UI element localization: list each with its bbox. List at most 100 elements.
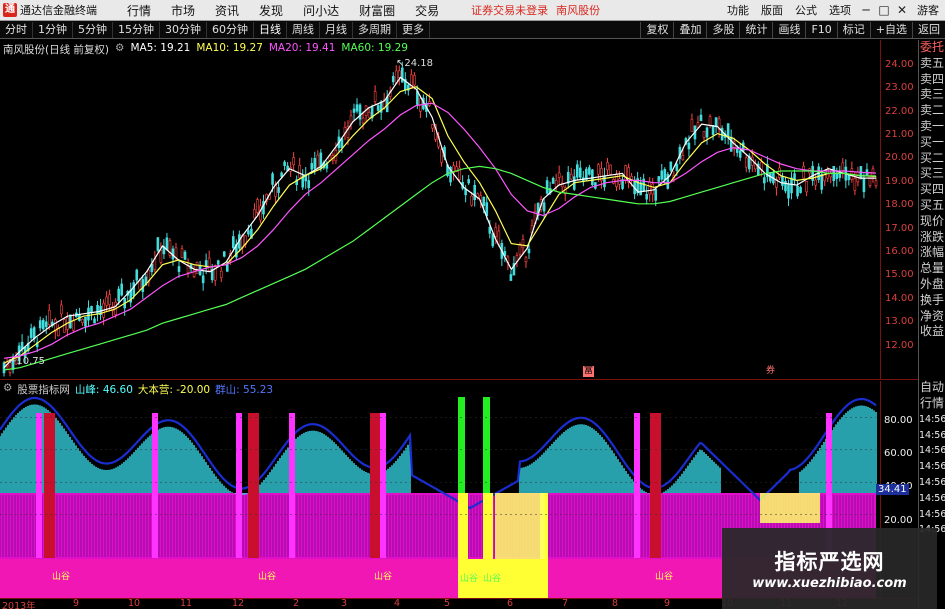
candle-body [32, 327, 36, 340]
f10-button[interactable]: F10 [805, 21, 836, 38]
date-tick: 3 [341, 598, 348, 609]
quote-panel-item: 净资 [919, 308, 944, 323]
back-button[interactable]: 返回 [912, 21, 945, 38]
menu-guest[interactable]: 游客 [917, 2, 939, 18]
period-tab-weekly[interactable]: 周线 [287, 21, 320, 38]
menu-layout[interactable]: 版面 [761, 2, 783, 18]
signal-bar [380, 413, 386, 558]
candle-body [796, 185, 799, 197]
period-tab-intraday[interactable]: 分时 [0, 21, 33, 38]
candle-body [397, 70, 401, 78]
candle-body [838, 173, 842, 178]
maximize-icon[interactable]: □ [875, 3, 893, 17]
candle-body [814, 179, 817, 186]
ma60-line [3, 165, 877, 371]
signal-bar [236, 413, 242, 558]
menu-options[interactable]: 选项 [829, 2, 851, 18]
valley-zone [760, 493, 820, 523]
signal-bar [370, 413, 381, 558]
period-tab-5min[interactable]: 5分钟 [73, 21, 113, 38]
add-watchlist-button[interactable]: +自选 [869, 21, 912, 38]
login-status[interactable]: 证券交易未登录 [471, 2, 548, 18]
price-y-tick: 20.00 [885, 152, 914, 164]
candle-body [361, 117, 365, 124]
quote-panel-item[interactable]: 自动 [919, 380, 945, 396]
candle-body [277, 187, 280, 193]
event-marker-1[interactable]: 富 [583, 366, 595, 377]
period-tab-more[interactable]: 更多 [397, 21, 430, 38]
candle-body [41, 319, 45, 330]
period-tab-30min[interactable]: 30分钟 [160, 21, 207, 38]
valley-zone [495, 493, 545, 559]
menu-market[interactable]: 市场 [171, 2, 195, 19]
candle-body [738, 150, 742, 158]
buy-signal-bar [458, 397, 465, 493]
candle-body [174, 247, 178, 258]
stock-label: 南风股份(日线 前复权) [3, 44, 110, 56]
indicator-settings-icon[interactable]: ⚙ [3, 382, 12, 397]
price-chart-pane[interactable]: 南风股份(日线 前复权) ⚙ MA5: 19.21 MA10: 19.27 MA… [0, 40, 918, 380]
quote-panel-item[interactable]: 行情 [919, 396, 945, 412]
candle-body [216, 260, 220, 265]
candle-body [177, 266, 181, 272]
signal-bar [152, 413, 158, 558]
quote-panel-item: 买二 [919, 150, 944, 165]
period-tab-60min[interactable]: 60分钟 [207, 21, 254, 38]
current-stock-tab[interactable]: 南风股份 [556, 2, 600, 18]
event-marker-2[interactable]: 券 [766, 366, 775, 377]
candle-body [222, 251, 226, 257]
close-icon[interactable]: ✕ [893, 3, 911, 17]
candle-body [96, 304, 99, 315]
date-tick: 7 [562, 598, 569, 609]
price-y-tick: 21.00 [885, 128, 914, 140]
candle-body [358, 104, 362, 120]
candle-body [551, 177, 555, 184]
candle-body [711, 125, 715, 136]
candle-body [521, 238, 525, 249]
candle-body [195, 262, 199, 274]
valley-label-3: 山谷 [374, 572, 393, 582]
candle-body [675, 163, 679, 171]
menu-functions[interactable]: 功能 [727, 2, 749, 18]
candle-body [654, 188, 658, 201]
period-tab-daily[interactable]: 日线 [254, 21, 287, 38]
menu-discover[interactable]: 发现 [259, 2, 283, 19]
candle-body [400, 67, 404, 83]
period-tab-15min[interactable]: 15分钟 [113, 21, 160, 38]
candle-body [606, 162, 609, 171]
price-chart[interactable] [0, 40, 880, 380]
restore-rights-button[interactable]: 复权 [640, 21, 673, 38]
overlay-button[interactable]: 叠加 [673, 21, 706, 38]
minimize-icon[interactable]: ─ [857, 3, 875, 17]
mark-button[interactable]: 标记 [836, 21, 870, 38]
candle-body [597, 164, 600, 175]
date-tick: 11 [180, 598, 193, 609]
candle-body [660, 170, 664, 180]
candle-body [554, 180, 558, 188]
period-tab-multi[interactable]: 多周期 [353, 21, 397, 38]
menu-quotes[interactable]: 行情 [127, 2, 151, 19]
candle-body [2, 362, 6, 374]
price-y-axis: 24.00 23.00 22.00 21.00 20.00 19.00 18.00 17.00… [880, 40, 918, 380]
menu-formula[interactable]: 公式 [795, 2, 817, 18]
price-y-tick: 13.00 [885, 316, 914, 328]
ma-legend: 南风股份(日线 前复权) ⚙ MA5: 19.21 MA10: 19.27 MA… [3, 42, 408, 57]
quote-panel-item: 现价 [919, 213, 944, 228]
menu-wealth-circle[interactable]: 财富圈 [359, 2, 395, 19]
candle-body [741, 142, 745, 152]
candle-body [340, 138, 344, 149]
period-tab-1min[interactable]: 1分钟 [33, 21, 73, 38]
right-quote-panel: 委托 卖五 卖四 卖三 卖二 卖一 买一 买二 买三 买四 买五 现价 涨跌 涨幅 总量 外盘 换手 净资 收益 自动… [918, 40, 945, 609]
candle-body [799, 187, 802, 193]
menu-news[interactable]: 资讯 [215, 2, 239, 19]
period-tab-monthly[interactable]: 月线 [320, 21, 353, 38]
settings-icon[interactable]: ⚙ [115, 42, 124, 57]
date-tick: 10 [128, 598, 141, 609]
menu-ask[interactable]: 问小达 [303, 2, 339, 19]
multi-stock-button[interactable]: 多股 [706, 21, 739, 38]
candle-body [84, 316, 87, 327]
draw-line-button[interactable]: 画线 [772, 21, 805, 38]
menu-trade[interactable]: 交易 [415, 2, 439, 19]
statistics-button[interactable]: 统计 [739, 21, 772, 38]
candle-body [81, 318, 84, 324]
